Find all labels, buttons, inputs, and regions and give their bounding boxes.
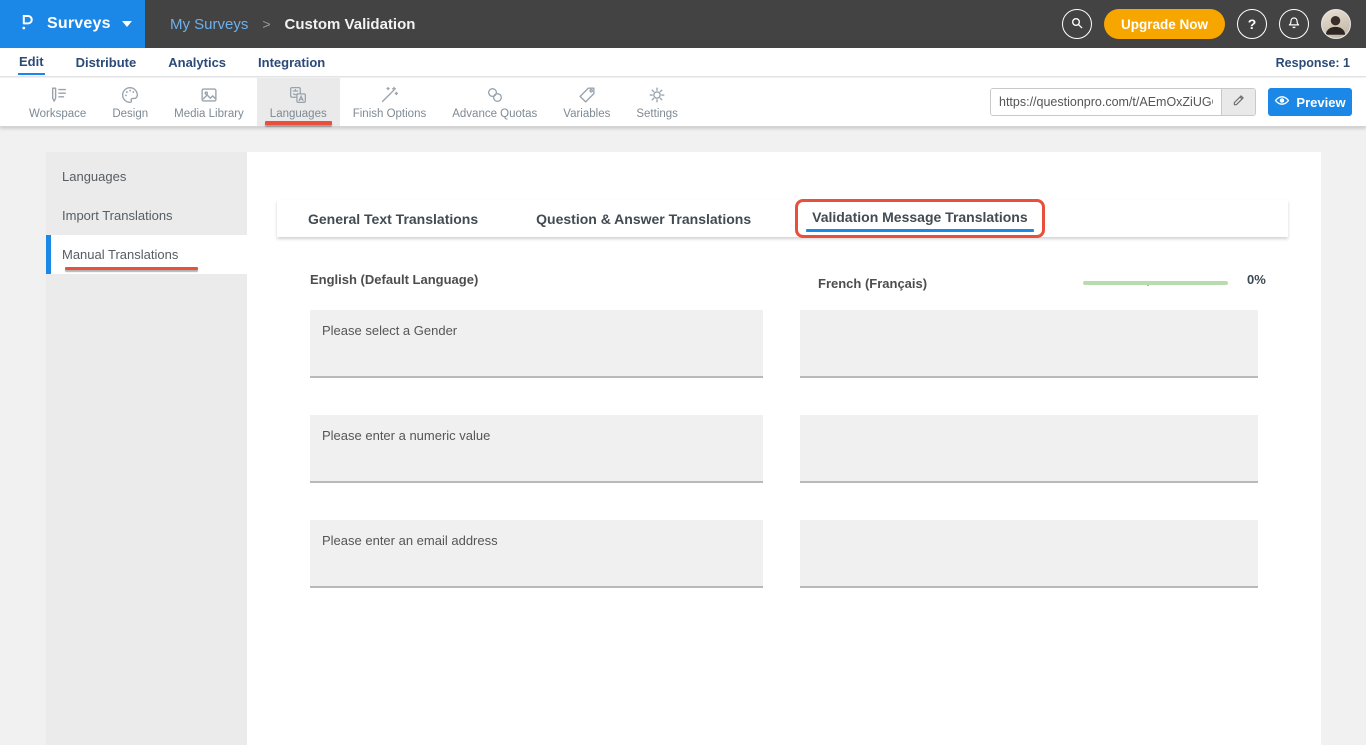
active-tab-indicator — [806, 229, 1034, 232]
media-library-icon — [198, 84, 220, 106]
toolbar-item-label: Settings — [636, 108, 678, 120]
workspace-icon — [47, 84, 69, 106]
toolbar-item-media-library[interactable]: Media Library — [161, 78, 257, 126]
tab-edit[interactable]: Edit — [18, 49, 45, 75]
toolbar-item-label: Media Library — [174, 108, 244, 120]
question-mark-icon: ? — [1248, 16, 1257, 32]
annotation-underline-manual-translations — [65, 267, 198, 270]
edit-toolbar: Workspace Design Media Library — [0, 78, 1366, 127]
tab-label: Validation Message Translations — [812, 209, 1028, 225]
translation-progress-percent: 0% — [1247, 272, 1266, 287]
tab-general-text-translations[interactable]: General Text Translations — [294, 211, 492, 227]
pencil-icon — [1232, 93, 1246, 112]
survey-url-group — [990, 88, 1256, 116]
manual-translations-content: General Text Translations Question & Ans… — [247, 152, 1321, 745]
search-button[interactable] — [1062, 9, 1092, 39]
source-message-email: Please enter an email address — [310, 520, 763, 588]
target-message-gender-input[interactable] — [800, 310, 1258, 378]
toolbar-item-label: Advance Quotas — [452, 108, 537, 120]
tag-icon — [576, 84, 598, 106]
edit-url-button[interactable] — [1221, 89, 1255, 115]
toolbar-item-variables[interactable]: Variables — [550, 78, 623, 126]
toolbar-item-label: Finish Options — [353, 108, 427, 120]
gear-icon — [646, 84, 668, 106]
tab-question-answer-translations[interactable]: Question & Answer Translations — [522, 211, 765, 227]
survey-nav: Edit Distribute Analytics Integration Re… — [0, 48, 1366, 77]
translation-tabs: General Text Translations Question & Ans… — [277, 200, 1288, 237]
sidebar-item-languages[interactable]: Languages — [46, 157, 247, 196]
app-screen: Surveys My Surveys > Custom Validation U… — [0, 0, 1366, 745]
toolbar-item-workspace[interactable]: Workspace — [16, 78, 99, 126]
annotation-underline-languages — [265, 121, 332, 125]
tab-integration[interactable]: Integration — [257, 50, 326, 74]
search-icon — [1069, 15, 1085, 34]
toolbar-item-design[interactable]: Design — [99, 78, 161, 126]
breadcrumb-separator: > — [262, 16, 270, 32]
top-header: Surveys My Surveys > Custom Validation U… — [0, 0, 1366, 48]
sidebar-item-label: Manual Translations — [62, 247, 178, 262]
target-language-label: French (Français) — [818, 276, 927, 291]
tab-validation-message-translations[interactable]: Validation Message Translations — [795, 199, 1045, 238]
page-title: Custom Validation — [285, 16, 416, 33]
design-palette-icon — [119, 84, 141, 106]
target-message-email-input[interactable] — [800, 520, 1258, 588]
toolbar-item-label: Variables — [563, 108, 610, 120]
languages-panel: Languages Import Translations Manual Tra… — [46, 152, 1321, 745]
response-count[interactable]: Response: 1 — [1276, 48, 1350, 77]
languages-sidebar: Languages Import Translations Manual Tra… — [46, 152, 247, 745]
toolbar-item-settings[interactable]: Settings — [623, 78, 691, 126]
product-name: Surveys — [47, 15, 111, 33]
toolbar-item-label: Workspace — [29, 108, 86, 120]
toolbar-item-label: Design — [112, 108, 148, 120]
user-avatar[interactable] — [1321, 9, 1351, 39]
toolbar-item-languages[interactable]: Languages — [257, 78, 340, 126]
toolbar-item-label: Languages — [270, 108, 327, 120]
survey-url-input[interactable] — [991, 89, 1221, 115]
caret-down-icon — [122, 21, 132, 27]
sidebar-item-manual-translations[interactable]: Manual Translations — [46, 235, 247, 274]
source-message-gender: Please select a Gender — [310, 310, 763, 378]
translation-progress-bar — [1083, 281, 1228, 285]
chain-links-icon — [484, 84, 506, 106]
toolbar-item-advance-quotas[interactable]: Advance Quotas — [439, 78, 550, 126]
source-language-label: English (Default Language) — [310, 272, 478, 287]
eye-icon — [1274, 94, 1290, 110]
tab-analytics[interactable]: Analytics — [167, 50, 227, 74]
header-actions: Upgrade Now ? — [1062, 9, 1366, 39]
questionpro-logo-icon — [16, 11, 38, 38]
toolbar-item-finish-options[interactable]: Finish Options — [340, 78, 440, 126]
preview-button[interactable]: Preview — [1268, 88, 1352, 116]
breadcrumb-my-surveys[interactable]: My Surveys — [170, 16, 248, 33]
magic-wand-icon — [378, 84, 400, 106]
breadcrumb: My Surveys > Custom Validation — [170, 16, 415, 33]
product-switcher[interactable]: Surveys — [0, 0, 145, 48]
target-message-numeric-input[interactable] — [800, 415, 1258, 483]
notifications-button[interactable] — [1279, 9, 1309, 39]
tab-distribute[interactable]: Distribute — [75, 50, 138, 74]
sidebar-item-import-translations[interactable]: Import Translations — [46, 196, 247, 235]
bell-icon — [1286, 15, 1302, 34]
source-message-numeric: Please enter a numeric value — [310, 415, 763, 483]
help-button[interactable]: ? — [1237, 9, 1267, 39]
languages-icon — [287, 84, 309, 106]
upgrade-now-button[interactable]: Upgrade Now — [1104, 9, 1225, 39]
preview-label: Preview — [1296, 95, 1345, 110]
